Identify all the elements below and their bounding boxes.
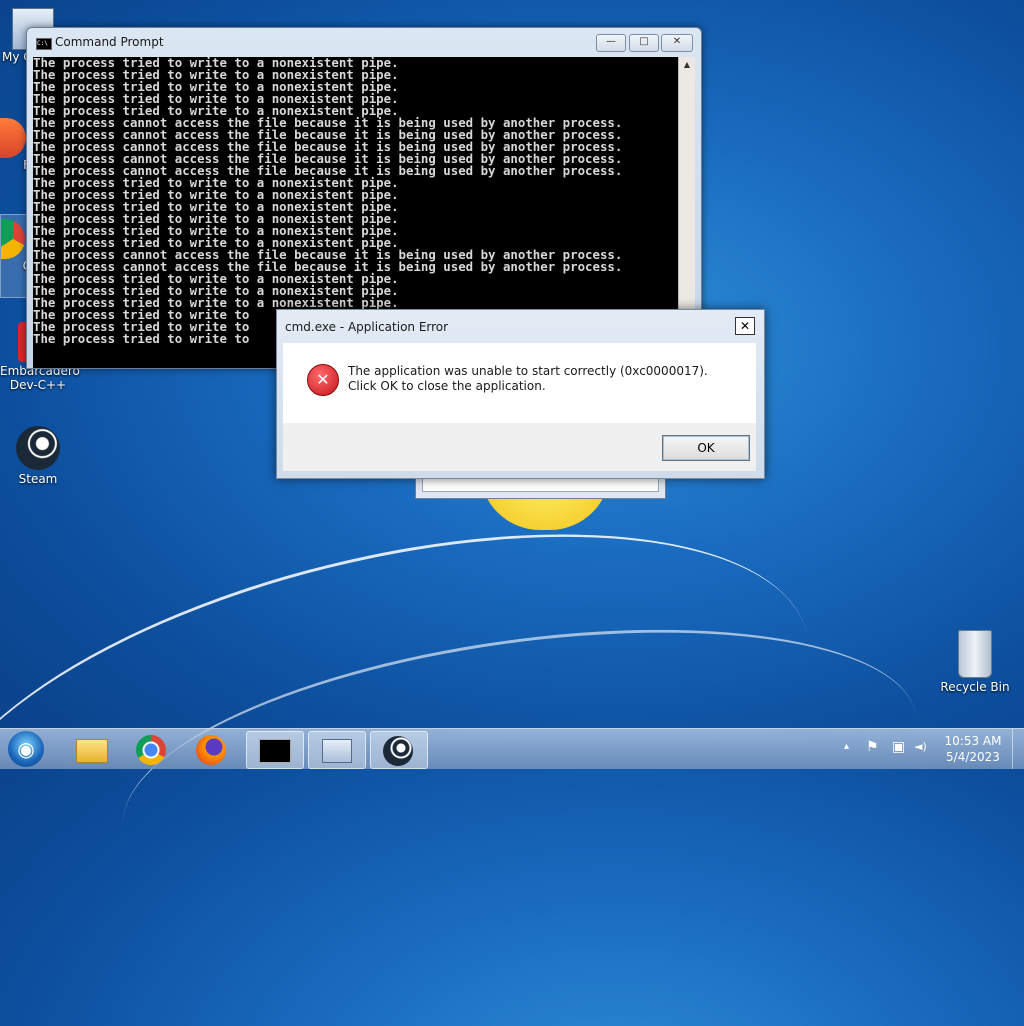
scroll-up-arrow-icon[interactable]: ▲	[679, 57, 695, 73]
chrome-icon	[1, 219, 25, 259]
desktop-icon-steam[interactable]: Steam	[0, 426, 76, 486]
window-icon	[322, 739, 352, 763]
taskbar-firefox-button[interactable]	[184, 731, 240, 767]
taskbar-steam-button[interactable]	[370, 731, 428, 769]
maximize-button[interactable]: □	[629, 34, 659, 52]
error-icon: ✕	[307, 364, 339, 396]
command-prompt-icon	[259, 739, 291, 763]
chrome-icon	[136, 735, 166, 765]
close-button[interactable]: ✕	[661, 34, 693, 52]
minimize-button[interactable]: —	[596, 34, 626, 52]
firefox-icon	[196, 735, 226, 765]
taskbar-explorer-button[interactable]	[62, 731, 118, 767]
dialog-close-button[interactable]: ✕	[735, 317, 755, 335]
clock-date: 5/4/2023	[946, 750, 1000, 764]
ok-button[interactable]: OK	[662, 435, 750, 461]
show-hidden-icons-button[interactable]: ▴	[844, 741, 849, 752]
network-icon[interactable]: ▣	[892, 739, 905, 755]
steam-icon	[383, 736, 413, 766]
recycle-bin-icon	[958, 630, 992, 678]
dialog-footer: OK	[283, 423, 756, 471]
action-center-flag-icon[interactable]: ⚑	[866, 739, 879, 755]
taskbar-chrome-button[interactable]	[124, 731, 180, 767]
window-title: Command Prompt	[55, 35, 164, 49]
start-button[interactable]: ◉	[8, 731, 44, 767]
title-bar[interactable]: C:\ Command Prompt — □ ✕	[27, 28, 701, 56]
folder-icon	[76, 739, 108, 763]
error-message: The application was unable to start corr…	[348, 364, 708, 393]
taskbar-cmd-button[interactable]	[246, 731, 304, 769]
taskbar-window-button[interactable]	[308, 731, 366, 769]
volume-icon[interactable]: ◄)	[914, 740, 927, 753]
clock-time: 10:53 AM	[944, 734, 1002, 748]
app-icon	[0, 118, 26, 158]
error-dialog[interactable]: cmd.exe - Application Error ✕ ✕ The appl…	[276, 309, 765, 479]
dialog-title: cmd.exe - Application Error	[285, 320, 449, 334]
clock[interactable]: 10:53 AM 5/4/2023	[940, 733, 1006, 765]
dialog-body: ✕ The application was unable to start co…	[283, 343, 756, 423]
steam-icon	[16, 426, 60, 470]
cmd-icon: C:\	[36, 38, 52, 50]
show-desktop-button[interactable]	[1012, 729, 1024, 769]
taskbar: ◉ ▴ ⚑ ▣ ◄) 10:53 AM 5/4/2023	[0, 728, 1024, 769]
desktop-icon-recycle-bin[interactable]: Recycle Bin	[937, 630, 1013, 694]
